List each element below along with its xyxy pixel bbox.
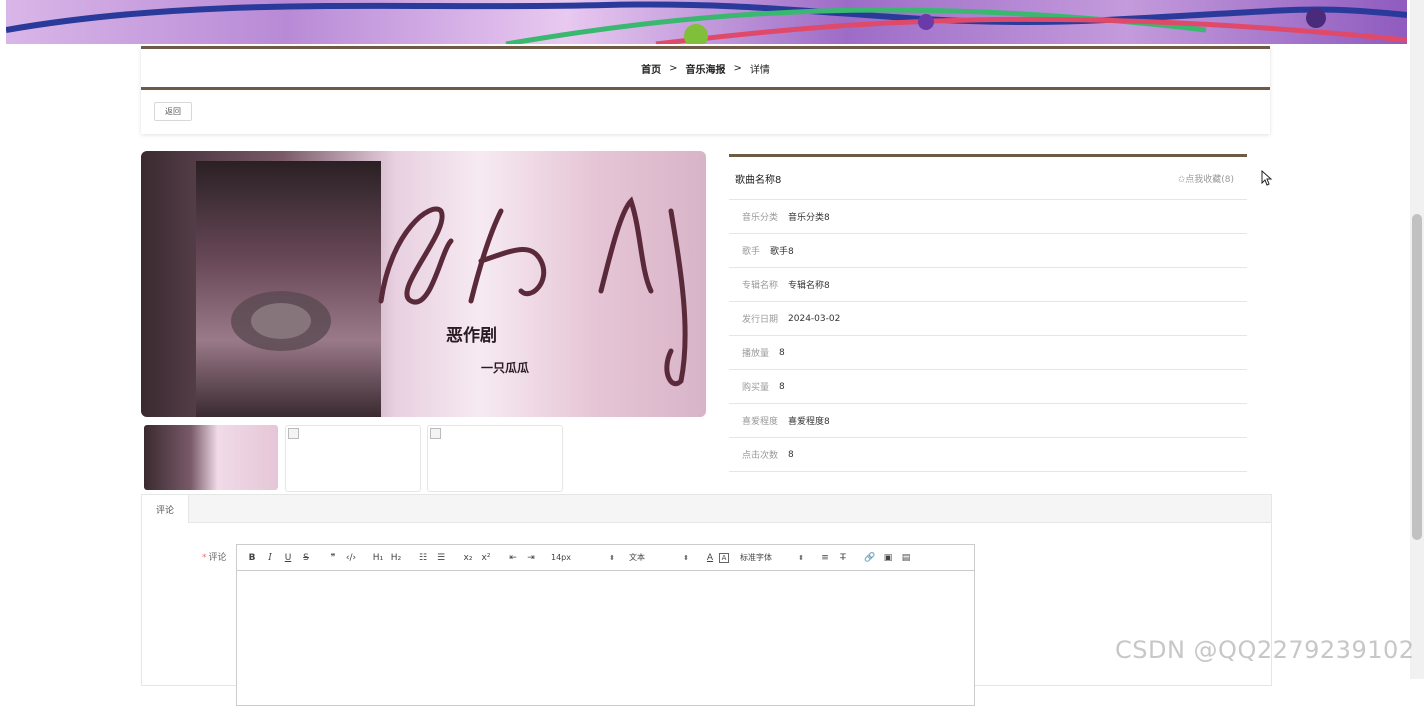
detail-row: 购买量 8: [729, 370, 1247, 404]
detail-value: 音乐分类8: [788, 213, 830, 223]
mouse-cursor-icon: [1261, 170, 1273, 186]
thumbnail-3[interactable]: [427, 425, 563, 492]
italic-button[interactable]: I: [261, 549, 279, 567]
detail-value: 喜爱程度8: [788, 417, 830, 427]
font-picker-value: 标准字体: [740, 553, 772, 562]
header-banner: [6, 0, 1407, 44]
underline-button[interactable]: U: [279, 549, 297, 567]
breadcrumb-home[interactable]: 首页: [641, 61, 661, 76]
detail-value: 专辑名称8: [788, 281, 830, 291]
detail-value: 歌手8: [770, 247, 794, 257]
detail-value: 8: [788, 449, 794, 460]
font-color-button[interactable]: A: [701, 549, 719, 567]
ordered-list-button[interactable]: ☷: [414, 549, 432, 567]
detail-label: 购买量: [742, 383, 770, 393]
song-detail-panel: 歌曲名称8 ✩点我收藏(8) 音乐分类 音乐分类8 歌手 歌手8 专辑名称 专辑…: [729, 154, 1247, 472]
clear-format-button[interactable]: T̶: [834, 549, 852, 567]
breadcrumb-card: 首页 > 音乐海报 > 详情 返回: [141, 46, 1270, 134]
detail-row: 歌手 歌手8: [729, 234, 1247, 268]
code-button[interactable]: ‹/›: [342, 549, 360, 567]
detail-header: 歌曲名称8 ✩点我收藏(8): [729, 157, 1247, 200]
chevron-updown-icon: ⬍: [683, 553, 689, 562]
bullet-list-button[interactable]: ☰: [432, 549, 450, 567]
detail-value: 8: [779, 381, 785, 392]
album-title-text: 恶作剧: [446, 326, 497, 346]
quote-button[interactable]: ❞: [324, 549, 342, 567]
rich-text-editor: B I U S ❞ ‹/› H₁ H₂ ☷ ☰ x₂ x² ⇤ ⇥ 14px ⬍: [236, 544, 975, 706]
size-picker[interactable]: 14px ⬍: [549, 549, 618, 567]
size-picker-value: 14px: [551, 553, 571, 562]
detail-row: 音乐分类 音乐分类8: [729, 200, 1247, 234]
detail-value: 2024-03-02: [788, 313, 841, 324]
thumbnail-2[interactable]: [285, 425, 421, 492]
link-icon[interactable]: 🔗: [861, 549, 879, 567]
outdent-button[interactable]: ⇤: [504, 549, 522, 567]
chevron-updown-icon: ⬍: [798, 553, 804, 562]
strike-button[interactable]: S: [297, 549, 315, 567]
detail-row: 播放量 8: [729, 336, 1247, 370]
watermark: CSDN @QQ2279239102: [1115, 636, 1415, 664]
thumbnail-1[interactable]: [144, 425, 278, 490]
h1-button[interactable]: H₁: [369, 549, 387, 567]
font-picker[interactable]: 标准字体 ⬍: [738, 549, 807, 567]
superscript-button[interactable]: x²: [477, 549, 495, 567]
detail-row: 点击次数 8: [729, 438, 1247, 472]
detail-label: 音乐分类: [742, 213, 779, 223]
required-mark: *: [202, 553, 207, 563]
chevron-updown-icon: ⬍: [609, 553, 615, 562]
detail-label: 喜爱程度: [742, 417, 779, 427]
comment-section: 评论 * 评论 B I U S ❞ ‹/› H₁ H₂ ☷ ☰ x₂ x² ⇤ ⇥: [141, 494, 1272, 706]
format-picker[interactable]: 文本 ⬍: [627, 549, 692, 567]
image-icon[interactable]: ▣: [879, 549, 897, 567]
comment-tabbar: 评论: [142, 495, 1271, 523]
editor-toolbar: B I U S ❞ ‹/› H₁ H₂ ☷ ☰ x₂ x² ⇤ ⇥ 14px ⬍: [237, 545, 974, 571]
broken-image-icon: [288, 428, 299, 439]
album-artist-text: 一只瓜瓜: [481, 361, 530, 375]
favorite-button[interactable]: ✩点我收藏(8): [1178, 172, 1234, 185]
detail-label: 歌手: [742, 247, 761, 257]
format-picker-value: 文本: [629, 553, 645, 562]
back-button[interactable]: 返回: [154, 102, 192, 121]
background-color-button[interactable]: A: [719, 552, 729, 563]
editor-content-area[interactable]: [237, 571, 974, 705]
detail-row: 喜爱程度 喜爱程度8: [729, 404, 1247, 438]
detail-value: 8: [779, 347, 785, 358]
subscript-button[interactable]: x₂: [459, 549, 477, 567]
video-icon[interactable]: ▤: [897, 549, 915, 567]
detail-label: 播放量: [742, 349, 770, 359]
album-cover-image: 恶作剧 一只瓜瓜: [141, 151, 706, 417]
page-scrollbar[interactable]: [1410, 0, 1424, 679]
detail-row: 专辑名称 专辑名称8: [729, 268, 1247, 302]
detail-label: 发行日期: [742, 315, 779, 325]
h2-button[interactable]: H₂: [387, 549, 405, 567]
detail-row: 发行日期 2024-03-02: [729, 302, 1247, 336]
bold-button[interactable]: B: [243, 549, 261, 567]
scrollbar-thumb[interactable]: [1412, 214, 1422, 540]
broken-image-icon: [430, 428, 441, 439]
breadcrumb-current: 详情: [749, 64, 770, 76]
breadcrumb-section[interactable]: 音乐海报: [686, 61, 726, 76]
breadcrumb-separator: >: [669, 62, 678, 74]
align-button[interactable]: ≡: [816, 549, 834, 567]
detail-label: 点击次数: [742, 451, 779, 461]
comment-label: * 评论: [202, 550, 227, 563]
comment-label-text: 评论: [208, 553, 227, 563]
song-name: 歌曲名称8: [735, 174, 782, 186]
breadcrumb-separator: >: [733, 62, 742, 74]
indent-button[interactable]: ⇥: [522, 549, 540, 567]
breadcrumb: 首页 > 音乐海报 > 详情: [141, 46, 1270, 90]
detail-label: 专辑名称: [742, 281, 779, 291]
tab-comments[interactable]: 评论: [142, 495, 189, 523]
